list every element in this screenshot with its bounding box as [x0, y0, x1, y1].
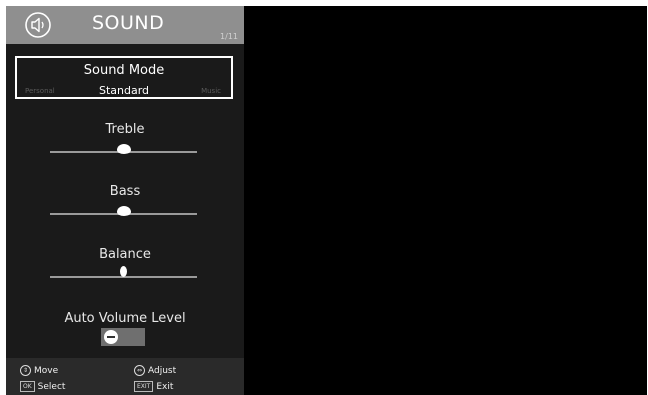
exit-hint: EXIT Exit — [134, 381, 173, 392]
sound-mode-current-value: Standard — [98, 84, 150, 97]
ok-key-icon: OK — [20, 381, 35, 392]
sound-mode-label: Sound Mode — [83, 63, 165, 78]
treble-slider-thumb[interactable] — [116, 144, 131, 154]
exit-key-icon: EXIT — [134, 381, 154, 392]
speaker-icon — [25, 12, 51, 38]
balance-label: Balance — [99, 247, 151, 262]
sound-mode-next-option: Music — [201, 87, 221, 95]
page-title: SOUND — [92, 12, 165, 34]
key-hints-footer: ⇕ Move ⇔ Adjust OK Select EXIT Exit — [6, 358, 244, 395]
menu-header: SOUND 1/11 — [6, 6, 244, 44]
balance-slider-thumb[interactable] — [120, 266, 127, 277]
tv-screen: SOUND 1/11 Sound Mode Personal Standard … — [6, 6, 647, 395]
leftright-arrows-icon: ⇔ — [134, 365, 145, 376]
adjust-hint-label: Adjust — [148, 365, 177, 376]
bass-slider[interactable] — [50, 206, 197, 216]
sound-mode-selector[interactable]: Sound Mode Personal Standard Music — [15, 56, 233, 99]
adjust-hint: ⇔ Adjust — [134, 365, 176, 376]
bass-slider-thumb[interactable] — [116, 206, 131, 216]
move-hint: ⇕ Move — [20, 365, 58, 376]
toggle-knob — [104, 330, 118, 344]
auto-volume-toggle[interactable] — [101, 328, 145, 346]
treble-slider[interactable] — [50, 144, 197, 154]
auto-volume-label: Auto Volume Level — [64, 311, 186, 326]
exit-hint-label: Exit — [156, 381, 174, 392]
bass-label: Bass — [109, 184, 141, 199]
select-hint-label: Select — [37, 381, 66, 392]
treble-label: Treble — [105, 122, 145, 137]
updown-arrows-icon: ⇕ — [20, 365, 31, 376]
balance-slider[interactable] — [50, 266, 197, 278]
page-indicator: 1/11 — [220, 32, 238, 41]
move-hint-label: Move — [34, 365, 59, 376]
sound-menu-panel: SOUND 1/11 Sound Mode Personal Standard … — [6, 6, 244, 395]
select-hint: OK Select — [20, 381, 65, 392]
